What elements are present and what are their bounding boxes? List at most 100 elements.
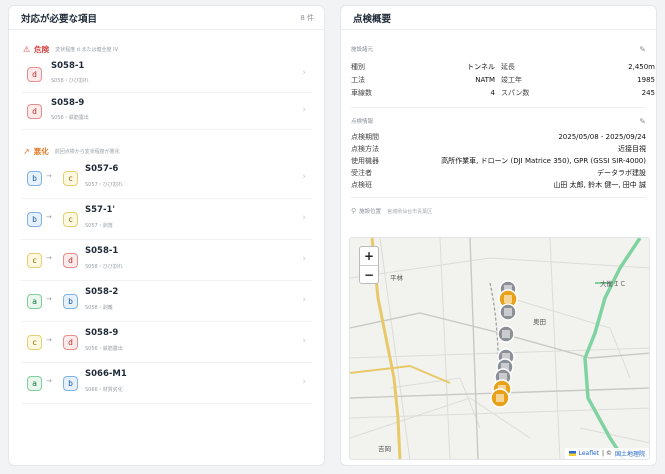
item-subtitle: S056・鉄筋露出 — [51, 115, 89, 121]
facility-key: 竣工年 — [501, 76, 522, 84]
to-grade-badge: b — [63, 376, 78, 391]
inspection-key: 点検期間 — [351, 133, 379, 141]
item-name: S57-1' — [85, 205, 115, 215]
worse-item[interactable]: a → b S058-2 S058・剥離 › — [21, 281, 312, 322]
map-pin-icon: ⚲ — [351, 207, 357, 215]
inspection-key: 点検方法 — [351, 145, 379, 153]
attention-title: 対応が必要な項目 — [21, 13, 98, 25]
item-name: S066-M1 — [85, 369, 127, 379]
danger-section-header: ⚠ 危険 変状程度 d または健全度 IV — [9, 42, 324, 56]
worse-item[interactable]: a → b S066-M1 S066・材質劣化 › — [21, 363, 312, 404]
chevron-right-icon: › — [302, 336, 306, 346]
item-name: S058-1 — [85, 246, 119, 256]
facility-grid: 種別 トンネル 延長 2,450m 工法 NATM 竣工年 1985 車線数 4 スパン数 245 — [351, 62, 655, 98]
chevron-right-icon: › — [302, 68, 306, 78]
facility-key: 車線数 — [351, 89, 372, 97]
item-subtitle: S056・鉄筋露出 — [85, 346, 123, 352]
facility-key: 工法 — [351, 76, 365, 84]
from-grade-badge: c — [27, 335, 42, 350]
worse-item[interactable]: c → d S058-9 S056・鉄筋露出 › — [21, 322, 312, 363]
map-marker-gray-icon[interactable] — [499, 303, 517, 321]
chevron-right-icon: › — [302, 213, 306, 223]
overview-title: 点検概要 — [353, 13, 392, 25]
gsi-link[interactable]: 国土地理院 — [615, 449, 645, 458]
warning-triangle-icon: ⚠ — [23, 44, 31, 54]
worse-label: 悪化 — [33, 146, 49, 156]
facility-map[interactable]: 平林 奥田 大衡ＩＣ 吉岡 + − Leaflet | © 国土地理院 — [349, 237, 650, 460]
map-zoom-control: + − — [359, 246, 379, 284]
facility-key: スパン数 — [501, 89, 530, 97]
arrow-right-icon: → — [46, 172, 52, 180]
map-attribution: Leaflet | © 国土地理院 — [564, 448, 649, 459]
from-grade-badge: b — [27, 171, 42, 186]
grade-badge: d — [27, 67, 42, 82]
edit-pencil-icon[interactable]: ✎ — [639, 45, 646, 54]
map-marker-gray-icon[interactable] — [497, 325, 515, 343]
worse-item[interactable]: b → c S057-6 S057・ひび割れ › — [21, 158, 312, 199]
attribution-separator: | © — [602, 450, 612, 457]
arrow-right-icon: → — [46, 336, 52, 344]
worse-item[interactable]: b → c S57-1' S057・剥落 › — [21, 199, 312, 240]
danger-item[interactable]: d S058-1 S058・ひび割れ › — [21, 56, 312, 93]
inspection-value: 山田 太郎, 鈴木 健一, 田中 誠 — [553, 181, 646, 189]
inspection-value: 近接目視 — [618, 145, 646, 153]
edit-pencil-icon[interactable]: ✎ — [639, 117, 646, 126]
from-grade-badge: b — [27, 212, 42, 227]
item-subtitle: S057・剥落 — [85, 223, 113, 229]
grade-badge: d — [27, 104, 42, 119]
inspection-row: 使用機器 高所作業車, ドローン (DJI Matrice 350), GPR (… — [351, 156, 646, 166]
facility-value: トンネル — [467, 63, 495, 71]
item-name: S058-1 — [51, 61, 85, 71]
chevron-right-icon: › — [302, 105, 306, 115]
to-grade-badge: c — [63, 171, 78, 186]
item-name: S058-2 — [85, 287, 119, 297]
danger-item[interactable]: d S058-9 S056・鉄筋露出 › — [21, 93, 312, 130]
overview-panel: 点検概要 施設諸元 ✎ 種別 トンネル 延長 2,450m 工法 NATM 竣工年 1985 車… — [340, 5, 657, 466]
item-subtitle: S058・ひび割れ — [85, 264, 123, 270]
overview-header: 点検概要 — [341, 6, 656, 30]
item-subtitle: S057・ひび割れ — [85, 182, 123, 188]
inspection-key: 受注者 — [351, 169, 372, 177]
location-label: 施設位置 — [359, 209, 382, 215]
item-name: S057-6 — [85, 164, 119, 174]
facility-value: 2,450m — [628, 63, 655, 71]
facility-section: 施設諸元 ✎ 種別 トンネル 延長 2,450m 工法 NATM 竣工年 1985 車線数 4 スパ… — [351, 42, 655, 108]
from-grade-badge: a — [27, 376, 42, 391]
arrow-right-icon: → — [46, 213, 52, 221]
to-grade-badge: d — [63, 335, 78, 350]
attention-header: 対応が必要な項目 8 件 — [9, 6, 324, 30]
to-grade-badge: c — [63, 212, 78, 227]
facility-value: 1985 — [637, 76, 655, 84]
trend-up-icon: ↗ — [23, 146, 30, 156]
leaflet-link[interactable]: Leaflet — [579, 450, 599, 457]
facility-value: 4 — [490, 89, 495, 97]
map-markers — [490, 280, 518, 408]
danger-list: d S058-1 S058・ひび割れ › d S058-9 S056・鉄筋露出 › — [9, 56, 324, 130]
from-grade-badge: a — [27, 294, 42, 309]
from-grade-badge: c — [27, 253, 42, 268]
worse-description: 前回点検から変状程度が悪化 — [54, 148, 120, 155]
inspection-value: 高所作業車, ドローン (DJI Matrice 350), GPR (GSSI… — [441, 157, 646, 165]
map-marker-orange-icon[interactable] — [490, 388, 510, 408]
worse-item[interactable]: c → d S058-1 S058・ひび割れ › — [21, 240, 312, 281]
arrow-right-icon: → — [46, 377, 52, 385]
item-subtitle: S058・ひび割れ — [51, 78, 89, 84]
inspection-key: 点検班 — [351, 181, 372, 189]
facility-value: NATM — [475, 76, 495, 84]
inspection-rows: 点検期間 2025/05/08 - 2025/09/24 点検方法 近接目視使用機器 高… — [351, 132, 646, 190]
facility-key: 種別 — [351, 63, 365, 71]
worse-list: b → c S057-6 S057・ひび割れ › b → c S57-1' S057・剥落 › c → d S… — [9, 158, 324, 404]
ukraine-flag-icon — [568, 451, 576, 456]
arrow-right-icon: → — [46, 295, 52, 303]
facility-value: 245 — [641, 89, 655, 97]
inspection-key: 使用機器 — [351, 157, 379, 165]
inspection-value: 2025/05/08 - 2025/09/24 — [558, 133, 646, 141]
inspection-row: 点検方法 近接目視 — [351, 144, 646, 154]
zoom-out-button[interactable]: − — [360, 265, 378, 283]
zoom-in-button[interactable]: + — [360, 247, 378, 265]
arrow-right-icon: → — [46, 254, 52, 262]
item-name: S058-9 — [85, 328, 119, 338]
inspection-value: データラボ建設 — [597, 169, 646, 177]
inspection-section: 点検情報 ✎ 点検期間 2025/05/08 - 2025/09/24 点検方法 近接… — [351, 114, 646, 198]
item-name: S058-9 — [51, 98, 85, 108]
